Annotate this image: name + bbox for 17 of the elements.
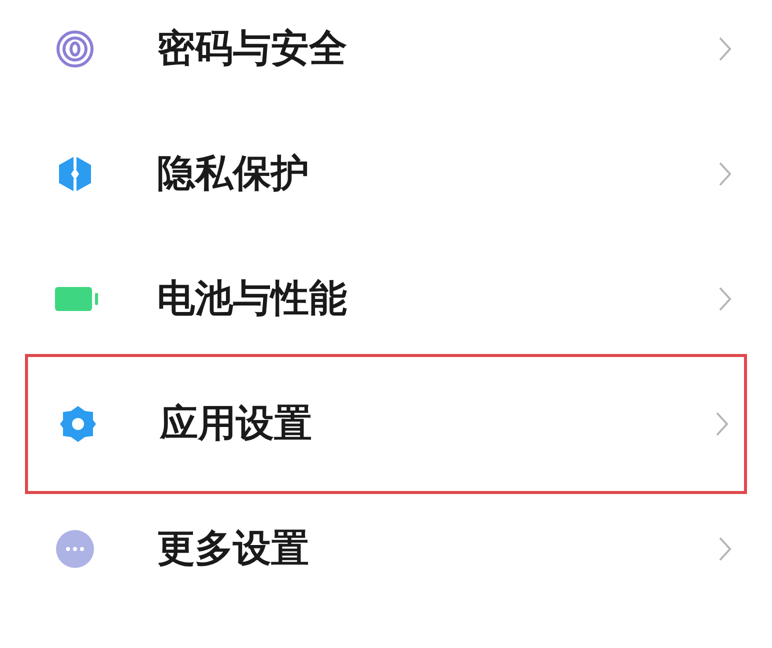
battery-icon: [55, 284, 99, 312]
settings-item[interactable]: 密码与安全: [0, 0, 772, 111]
chevron-right-icon: [718, 536, 732, 562]
settings-item[interactable]: 隐私保护: [0, 111, 772, 236]
item-label: 密码与安全: [157, 25, 348, 72]
chevron-right-icon: [718, 160, 732, 186]
item-label: 更多设置: [157, 525, 310, 572]
more-icon: [55, 528, 95, 568]
chevron-right-icon: [715, 410, 729, 436]
item-label: 电池与性能: [157, 275, 348, 322]
chevron-right-icon: [718, 286, 732, 312]
settings-item[interactable]: 应用设置: [25, 354, 747, 494]
item-label: 隐私保护: [157, 150, 310, 197]
item-label: 应用设置: [160, 400, 313, 447]
chevron-right-icon: [718, 36, 732, 62]
gear-icon: [58, 404, 98, 444]
fingerprint-icon: [55, 28, 95, 68]
